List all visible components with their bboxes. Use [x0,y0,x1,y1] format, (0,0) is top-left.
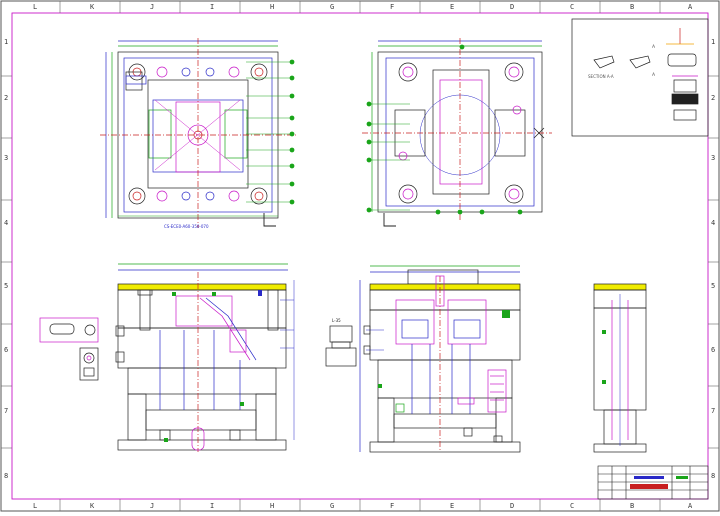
col-label: F [390,3,394,11]
row-label: 2 [711,94,715,102]
row-label: 5 [711,282,715,290]
row-label: 8 [4,472,8,480]
section-arrow-right [383,213,396,227]
col-label: K [90,3,95,11]
row-labels-right: 1 2 3 4 5 6 7 8 [711,38,715,480]
col-label: L [33,3,37,11]
col-label: G [330,502,334,510]
col-label: H [270,502,274,510]
row-label: 4 [4,219,8,227]
row-label: 6 [4,346,8,354]
row-label: 7 [711,407,715,415]
column-labels-top: L K J I H G F E D C B A [33,3,693,11]
col-label: E [450,502,454,510]
row-label: 7 [4,407,8,415]
col-label: C [570,3,574,11]
column-labels-bottom: L K J I H G F E D C B A [33,502,693,510]
row-label: 1 [711,38,715,46]
detail-section-marker: A [652,44,656,50]
section-view-left [115,263,295,452]
col-label: J [150,3,154,11]
row-label: 2 [4,94,8,102]
plan-view-moving-half [100,38,298,228]
col-label: A [688,3,693,11]
col-label: K [90,502,95,510]
col-label: L [33,502,37,510]
row-label: 8 [711,472,715,480]
col-label: G [330,3,334,11]
section-arrow-left [263,213,276,227]
side-section-view [593,283,647,453]
row-label: 6 [711,346,715,354]
col-label: B [630,502,634,510]
plan-view-fixed-half [362,38,552,222]
section-view-right [359,265,521,453]
col-label: A [688,502,693,510]
detail-section-title: SECTION A-A [588,74,614,79]
slider-detail [39,317,99,381]
title-block [597,465,709,500]
col-label: B [630,3,634,11]
col-label: I [210,3,214,11]
col-label: D [510,3,514,11]
col-label: J [150,502,154,510]
small-detail-label: L-35 [332,318,341,323]
col-label: H [270,3,274,11]
col-label: I [210,502,214,510]
col-label: D [510,502,514,510]
row-label: 5 [4,282,8,290]
row-labels-left: 1 2 3 4 5 6 7 8 [4,38,8,480]
row-label: 3 [4,154,8,162]
drawing-sheet: L K J I H G F E D C B A L K J I H G F E … [0,0,720,512]
locking-block-detail [325,325,357,367]
row-label: 4 [711,219,715,227]
plan-view-caption: CS-ECE0-A60-350-070 [164,224,209,229]
detail-section-marker-2: A [652,72,656,78]
col-label: C [570,502,574,510]
row-label: 3 [711,154,715,162]
col-label: F [390,502,394,510]
row-label: 1 [4,38,8,46]
col-label: E [450,3,454,11]
